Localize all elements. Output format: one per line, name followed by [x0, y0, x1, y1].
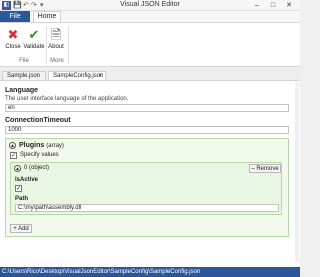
doc-tab-label: SampleConfig.json	[53, 73, 104, 79]
tab-file[interactable]: File	[0, 11, 30, 22]
document-tabs: Sample.json SampleConfig.json ×	[0, 68, 300, 80]
path-field[interactable]: C:\my\path\assembly.dll	[15, 204, 279, 212]
remove-button[interactable]: – Remove	[249, 164, 281, 173]
isactive-label: IsActive	[15, 177, 39, 183]
close-x-icon: ✖	[7, 27, 19, 42]
title-bar: ◧ 💾 ↶ ↷ ▾ Visual JSON Editor – □ ✕	[0, 0, 300, 11]
language-label: Language	[5, 87, 39, 94]
plugins-group: ▲ Plugins (array) ✓ Specify values ▲ 0 (…	[5, 138, 289, 237]
doc-tab-label: Sample.json	[7, 73, 41, 79]
isactive-checkbox[interactable]: ✓	[15, 185, 22, 192]
checkmark-icon: ✔	[28, 27, 40, 42]
ribbon: ✖ Close ✔ Validate File 🗎 About More	[0, 22, 300, 67]
plugin-item-0: ▲ 0 (object) – Remove IsActive ✓ Path C:…	[10, 162, 282, 215]
close-button-label: Close	[5, 44, 21, 50]
document-icon: 🗎	[50, 27, 62, 42]
minimize-button[interactable]: –	[251, 0, 263, 11]
close-button[interactable]: ✖ Close	[2, 26, 24, 54]
add-button[interactable]: + Add	[10, 224, 32, 233]
path-label: Path	[15, 196, 29, 202]
status-path: C:\Users\Rico\Desktop\VisualJsonEditor\S…	[2, 269, 201, 275]
specify-values-checkbox[interactable]: ✓	[10, 152, 17, 159]
about-button-label: About	[48, 44, 64, 50]
status-bar: C:\Users\Rico\Desktop\VisualJsonEditor\S…	[0, 267, 300, 277]
doc-tab-sample[interactable]: Sample.json	[2, 71, 46, 80]
close-window-button[interactable]: ✕	[283, 0, 295, 11]
ribbon-tabs: File Home	[0, 11, 300, 22]
plugins-label: Plugins	[19, 142, 45, 149]
group-label-more: More	[50, 58, 64, 64]
maximize-button[interactable]: □	[267, 0, 279, 11]
timeout-label: ConnectionTimeout	[5, 117, 71, 124]
doc-tab-sampleconfig[interactable]: SampleConfig.json ×	[48, 71, 106, 80]
language-description: The user interface language of the appli…	[5, 96, 129, 102]
ribbon-separator	[68, 26, 69, 64]
vertical-scrollbar[interactable]	[295, 82, 299, 262]
plugins-header: Plugins (array)	[19, 142, 64, 149]
specify-values-label: Specify values	[20, 152, 59, 158]
validate-button-label: Validate	[23, 44, 45, 50]
plugins-type: (array)	[46, 143, 64, 149]
editor-content: Language The user interface language of …	[0, 80, 300, 267]
collapse-item-icon[interactable]: ▲	[14, 165, 21, 172]
collapse-plugins-icon[interactable]: ▲	[9, 142, 16, 149]
language-field[interactable]: en	[5, 104, 289, 112]
tab-home[interactable]: Home	[33, 11, 61, 22]
item-label: 0 (object)	[24, 165, 50, 171]
timeout-field[interactable]: 1000	[5, 126, 289, 134]
validate-button[interactable]: ✔ Validate	[22, 26, 46, 54]
about-button[interactable]: 🗎 About	[46, 26, 66, 54]
group-label-file: File	[19, 58, 29, 64]
